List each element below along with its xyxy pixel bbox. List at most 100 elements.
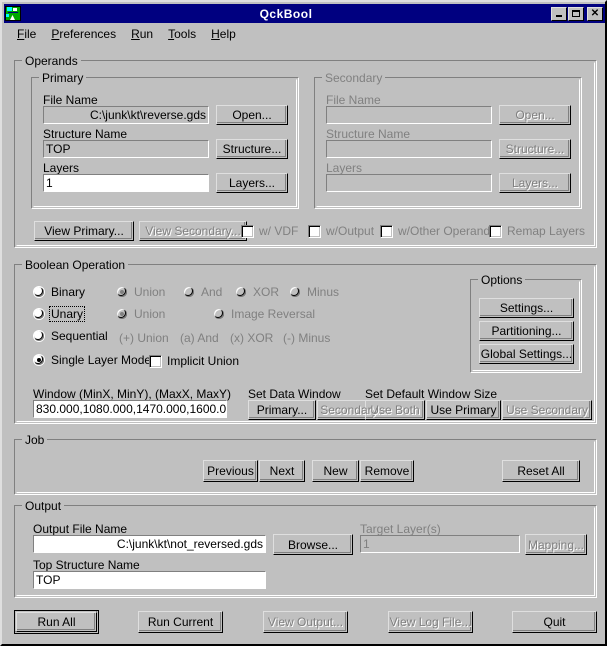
menu-run[interactable]: Run bbox=[124, 25, 161, 43]
sequential-union-label: (+) Union bbox=[119, 331, 169, 345]
close-button[interactable]: ✕ bbox=[587, 7, 603, 21]
checkbox-w-other-operand-box bbox=[380, 225, 393, 238]
menu-bar: FFileile Preferences Run Tools Help bbox=[4, 24, 605, 43]
use-both-button: Use Both bbox=[365, 400, 425, 420]
minimize-icon bbox=[556, 15, 562, 17]
radio-binary-and-label: And bbox=[200, 285, 223, 299]
run-all-button[interactable]: Run All bbox=[14, 610, 99, 634]
radio-unary-image-reversal: Image Reversal bbox=[213, 307, 316, 321]
radio-single-layer-mode-label: Single Layer Mode bbox=[50, 353, 152, 367]
radio-binary-mark bbox=[33, 286, 45, 298]
view-primary-button[interactable]: View Primary... bbox=[34, 221, 134, 241]
view-output-button: View Output... bbox=[263, 611, 348, 633]
checkbox-remap-layers-label: Remap Layers bbox=[507, 224, 585, 238]
remove-job-button[interactable]: Remove bbox=[360, 460, 414, 482]
menu-help[interactable]: Help bbox=[204, 25, 244, 43]
secondary-open-button: Open... bbox=[499, 105, 571, 125]
job-group: Job Previous Next New Remove Reset All bbox=[14, 439, 597, 495]
radio-binary-xor-label: XOR bbox=[252, 285, 280, 299]
radio-sequential[interactable]: Sequential bbox=[33, 329, 109, 343]
partitioning-button[interactable]: Partitioning... bbox=[479, 321, 574, 341]
radio-single-layer-mode[interactable]: Single Layer Mode bbox=[33, 353, 152, 367]
radio-binary-xor: XOR bbox=[235, 285, 280, 299]
radio-unary-image-reversal-mark bbox=[213, 308, 225, 320]
checkbox-w-other-operand-label: w/Other Operand bbox=[398, 224, 490, 238]
set-data-window-label: Set Data Window bbox=[248, 387, 341, 401]
secondary-file-name-label: File Name bbox=[326, 93, 381, 107]
radio-binary-label: Binary bbox=[50, 285, 86, 299]
window-coords-label: Window (MinX, MinY), (MaxX, MaxY) bbox=[33, 387, 231, 401]
application-window: QckBool ✕ FFileile Preferences Run Tools… bbox=[0, 0, 607, 646]
secondary-file-name-field bbox=[326, 106, 492, 124]
next-job-button[interactable]: Next bbox=[259, 460, 305, 482]
operands-group-title: Operands bbox=[22, 54, 81, 68]
quit-button[interactable]: Quit bbox=[512, 611, 597, 633]
primary-file-name-field[interactable]: C:\junk\kt\reverse.gds bbox=[43, 106, 209, 124]
top-structure-name-label: Top Structure Name bbox=[33, 558, 140, 572]
browse-button[interactable]: Browse... bbox=[273, 534, 353, 555]
target-layers-label: Target Layer(s) bbox=[360, 522, 441, 536]
radio-binary[interactable]: Binary bbox=[33, 285, 86, 299]
radio-binary-minus: Minus bbox=[289, 285, 340, 299]
window-controls: ✕ bbox=[551, 7, 603, 21]
checkbox-w-vdf: w/ VDF bbox=[241, 224, 298, 238]
checkbox-w-output-label: w/Output bbox=[326, 224, 374, 238]
radio-unary[interactable]: Unary bbox=[33, 307, 84, 321]
primary-open-button[interactable]: Open... bbox=[216, 105, 288, 125]
radio-single-layer-mode-mark bbox=[33, 354, 45, 366]
primary-structure-button[interactable]: Structure... bbox=[216, 139, 288, 159]
checkbox-implicit-union[interactable]: Implicit Union bbox=[149, 354, 239, 368]
use-secondary-button: Use Secondary bbox=[502, 400, 592, 420]
secondary-layers-button: Layers... bbox=[499, 173, 571, 193]
primary-structure-label: Structure Name bbox=[43, 127, 127, 141]
radio-binary-union-label: Union bbox=[133, 285, 166, 299]
window-coords-field[interactable]: 830.000,1080.000,1470.000,1600.0 bbox=[33, 400, 227, 418]
maximize-button[interactable] bbox=[568, 7, 584, 21]
primary-group-title: Primary bbox=[39, 71, 86, 85]
radio-unary-mark bbox=[33, 308, 45, 320]
menu-file[interactable]: FFileile bbox=[10, 25, 44, 43]
maximize-icon bbox=[572, 10, 580, 17]
reset-all-button[interactable]: Reset All bbox=[502, 460, 580, 482]
app-icon bbox=[5, 6, 21, 21]
checkbox-remap-layers: Remap Layers bbox=[489, 224, 585, 238]
target-layers-field: 1 bbox=[360, 535, 520, 553]
settings-button[interactable]: Settings... bbox=[479, 298, 574, 318]
sequential-and-label: (a) And bbox=[180, 331, 219, 345]
secondary-structure-button: Structure... bbox=[499, 139, 571, 159]
close-icon: ✕ bbox=[591, 9, 599, 19]
radio-binary-and-mark bbox=[183, 286, 195, 298]
radio-binary-minus-label: Minus bbox=[306, 285, 340, 299]
menu-preferences[interactable]: Preferences bbox=[44, 25, 124, 43]
checkbox-w-output-box bbox=[308, 225, 321, 238]
mapping-button: Mapping... bbox=[525, 534, 587, 555]
window-title: QckBool bbox=[21, 7, 551, 21]
view-secondary-button: View Secondary... bbox=[139, 221, 247, 241]
minimize-button[interactable] bbox=[551, 7, 567, 21]
new-job-button[interactable]: New bbox=[312, 460, 359, 482]
radio-binary-union: Union bbox=[116, 285, 166, 299]
previous-job-button[interactable]: Previous bbox=[203, 460, 258, 482]
radio-binary-union-mark bbox=[116, 286, 128, 298]
output-group: Output Output File Name C:\junk\kt\not_r… bbox=[14, 505, 597, 598]
global-settings-button[interactable]: Global Settings... bbox=[479, 344, 574, 364]
primary-structure-field[interactable]: TOP bbox=[43, 140, 209, 158]
output-file-name-label: Output File Name bbox=[33, 522, 127, 536]
output-file-name-field[interactable]: C:\junk\kt\not_reversed.gds bbox=[33, 535, 266, 553]
primary-layers-field[interactable]: 1 bbox=[43, 174, 209, 192]
data-window-primary-button[interactable]: Primary... bbox=[248, 400, 316, 420]
primary-layers-button[interactable]: Layers... bbox=[216, 173, 288, 193]
secondary-layers-label: Layers bbox=[326, 161, 362, 175]
menu-tools[interactable]: Tools bbox=[161, 25, 204, 43]
checkbox-implicit-union-label: Implicit Union bbox=[167, 354, 239, 368]
use-primary-button[interactable]: Use Primary bbox=[426, 400, 501, 420]
view-log-file-button: View Log File... bbox=[388, 611, 473, 633]
boolean-operation-title: Boolean Operation bbox=[22, 258, 128, 272]
top-structure-name-field[interactable]: TOP bbox=[33, 571, 266, 589]
checkbox-implicit-union-box bbox=[149, 355, 162, 368]
sequential-xor-label: (x) XOR bbox=[230, 331, 273, 345]
secondary-structure-field bbox=[326, 140, 492, 158]
checkbox-w-vdf-box bbox=[241, 225, 254, 238]
run-current-button[interactable]: Run Current bbox=[138, 611, 223, 633]
radio-sequential-mark bbox=[33, 330, 45, 342]
